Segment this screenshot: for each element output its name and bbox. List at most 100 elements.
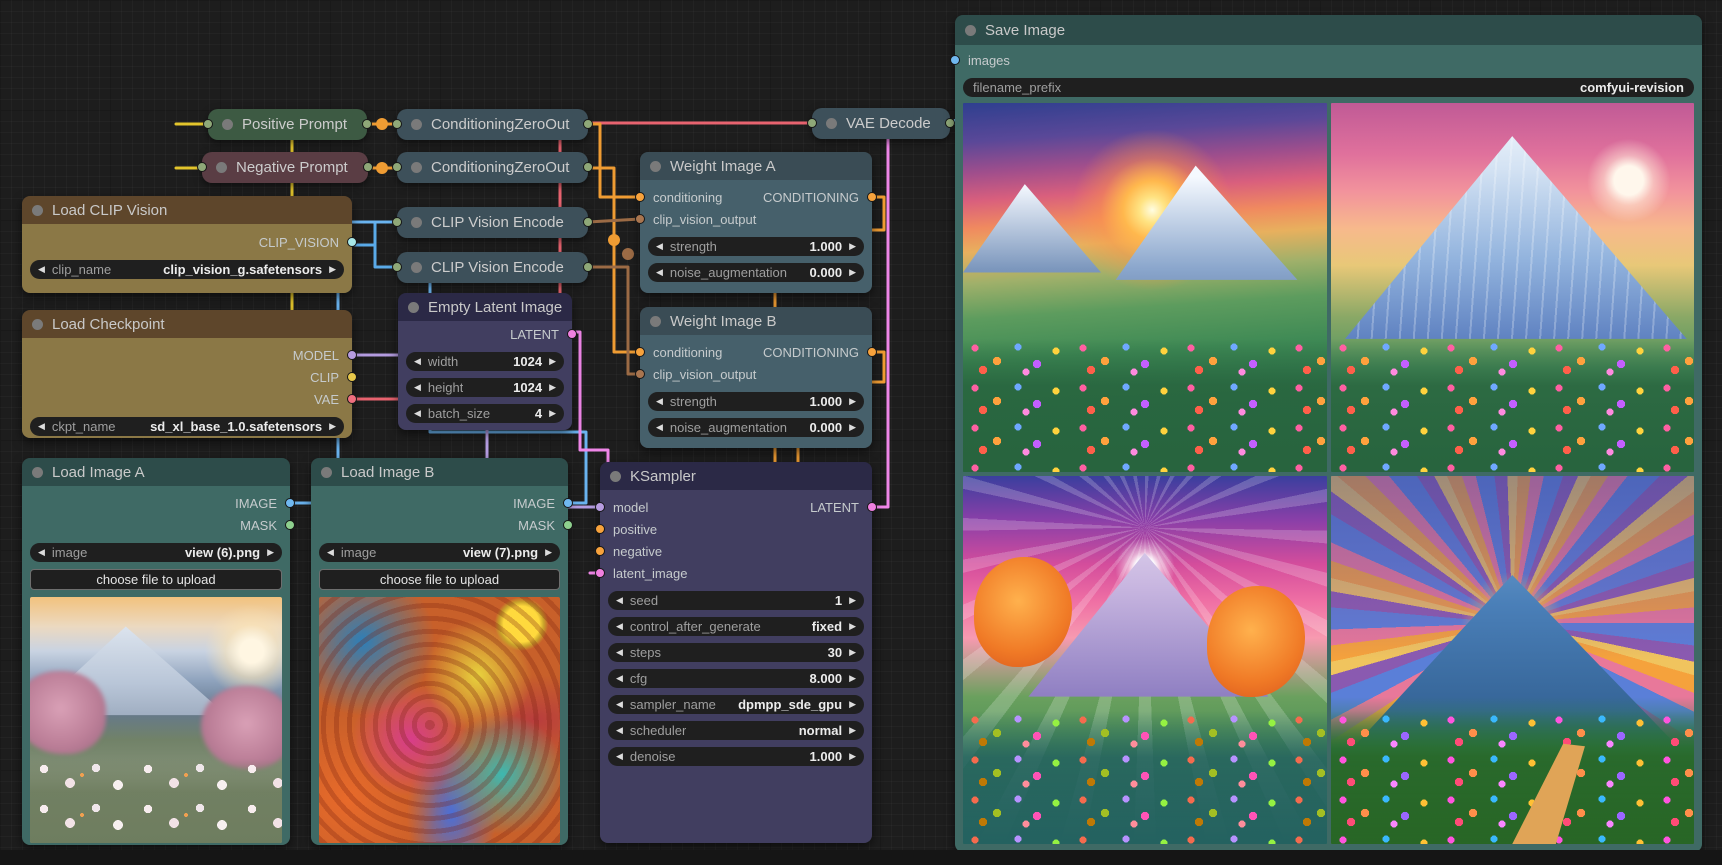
decrement-icon[interactable]: ◀ (616, 752, 623, 761)
output-slot-latent[interactable] (567, 329, 577, 339)
increment-icon[interactable]: ▶ (549, 383, 556, 392)
collapse-dot-icon[interactable] (321, 467, 332, 478)
output-image-3[interactable] (963, 476, 1327, 845)
increment-icon[interactable]: ▶ (549, 409, 556, 418)
output-image-4[interactable] (1331, 476, 1695, 845)
widget-noise-augmentation[interactable]: ◀ noise_augmentation 0.000 ▶ (648, 418, 864, 437)
node-title-bar[interactable]: Load Image A (22, 458, 290, 486)
collapse-dot-icon[interactable] (32, 319, 43, 330)
input-slot-conditioning[interactable] (635, 192, 645, 202)
increment-icon[interactable]: ▶ (849, 423, 856, 432)
choose-file-button[interactable]: choose file to upload (30, 569, 282, 590)
prev-option-icon[interactable]: ◀ (616, 622, 623, 631)
input-slot-conditioning[interactable] (635, 347, 645, 357)
decrement-icon[interactable]: ◀ (616, 674, 623, 683)
widget-scheduler[interactable]: ◀ scheduler normal ▶ (608, 721, 864, 740)
increment-icon[interactable]: ▶ (849, 674, 856, 683)
increment-icon[interactable]: ▶ (849, 648, 856, 657)
widget-batch-size[interactable]: ◀ batch_size 4 ▶ (406, 404, 564, 423)
widget-ckpt-name[interactable]: ◀ ckpt_name sd_xl_base_1.0.safetensors ▶ (30, 417, 344, 436)
node-weight-image-a[interactable]: Weight Image A conditioning CONDITIONING… (640, 152, 872, 293)
decrement-icon[interactable]: ◀ (414, 357, 421, 366)
collapsed-input-slot[interactable] (392, 217, 402, 227)
widget-image-file[interactable]: ◀ image view (7).png ▶ (319, 543, 560, 562)
widget-seed[interactable]: ◀ seed 1 ▶ (608, 591, 864, 610)
output-slot-image[interactable] (285, 498, 295, 508)
collapse-dot-icon[interactable] (826, 118, 837, 129)
next-option-icon[interactable]: ▶ (849, 622, 856, 631)
widget-strength[interactable]: ◀ strength 1.000 ▶ (648, 237, 864, 256)
widget-clip-name[interactable]: ◀ clip_name clip_vision_g.safetensors ▶ (30, 260, 344, 279)
output-slot-conditioning[interactable] (867, 192, 877, 202)
node-graph-canvas[interactable]: Positive Prompt Negative Prompt Conditio… (0, 0, 1722, 865)
widget-height[interactable]: ◀ height 1024 ▶ (406, 378, 564, 397)
node-title-bar[interactable]: Empty Latent Image (398, 293, 572, 321)
input-slot-clip-vision-output[interactable] (635, 214, 645, 224)
widget-steps[interactable]: ◀ steps 30 ▶ (608, 643, 864, 662)
widget-image-file[interactable]: ◀ image view (6).png ▶ (30, 543, 282, 562)
prev-option-icon[interactable]: ◀ (616, 726, 623, 735)
increment-icon[interactable]: ▶ (849, 752, 856, 761)
output-slot-model[interactable] (347, 350, 357, 360)
output-slot-clip-vision[interactable] (347, 237, 357, 247)
node-load-clip-vision[interactable]: Load CLIP Vision CLIP_VISION ◀ clip_name… (22, 196, 352, 293)
input-slot-positive[interactable] (595, 524, 605, 534)
widget-denoise[interactable]: ◀ denoise 1.000 ▶ (608, 747, 864, 766)
node-title-bar[interactable]: Load Checkpoint (22, 310, 352, 338)
node-vae-decode[interactable]: VAE Decode (812, 108, 950, 139)
node-negative-prompt[interactable]: Negative Prompt (202, 152, 368, 183)
wire-clipvision-2[interactable] (352, 245, 398, 267)
prev-option-icon[interactable]: ◀ (327, 548, 334, 557)
input-slot-images[interactable] (950, 55, 960, 65)
decrement-icon[interactable]: ◀ (414, 383, 421, 392)
increment-icon[interactable]: ▶ (849, 268, 856, 277)
collapsed-input-slot[interactable] (203, 119, 213, 129)
collapse-dot-icon[interactable] (411, 119, 422, 130)
output-slot-image[interactable] (563, 498, 573, 508)
node-title-bar[interactable]: Load CLIP Vision (22, 196, 352, 224)
collapsed-input-slot[interactable] (807, 118, 817, 128)
collapsed-output-slot[interactable] (363, 162, 373, 172)
prev-option-icon[interactable]: ◀ (616, 700, 623, 709)
next-option-icon[interactable]: ▶ (849, 700, 856, 709)
collapsed-input-slot[interactable] (197, 162, 207, 172)
wire-dot-positive[interactable] (376, 118, 388, 130)
collapsed-input-slot[interactable] (392, 119, 402, 129)
widget-width[interactable]: ◀ width 1024 ▶ (406, 352, 564, 371)
wire-dot-cvo[interactable] (622, 248, 634, 260)
widget-strength[interactable]: ◀ strength 1.000 ▶ (648, 392, 864, 411)
node-title-bar[interactable]: Weight Image A (640, 152, 872, 180)
next-option-icon[interactable]: ▶ (849, 726, 856, 735)
increment-icon[interactable]: ▶ (849, 242, 856, 251)
collapsed-input-slot[interactable] (392, 262, 402, 272)
collapsed-output-slot[interactable] (945, 118, 955, 128)
collapse-dot-icon[interactable] (650, 161, 661, 172)
widget-noise-augmentation[interactable]: ◀ noise_augmentation 0.000 ▶ (648, 263, 864, 282)
node-load-checkpoint[interactable]: Load Checkpoint MODEL CLIP VAE ◀ ckpt_na… (22, 310, 352, 438)
wire-dot-negative[interactable] (376, 162, 388, 174)
decrement-icon[interactable]: ◀ (656, 423, 663, 432)
widget-filename-prefix[interactable]: filename_prefix comfyui-revision (963, 78, 1694, 97)
node-title-bar[interactable]: Weight Image B (640, 307, 872, 335)
increment-icon[interactable]: ▶ (849, 596, 856, 605)
input-slot-negative[interactable] (595, 546, 605, 556)
collapsed-output-slot[interactable] (583, 162, 593, 172)
decrement-icon[interactable]: ◀ (616, 648, 623, 657)
collapse-dot-icon[interactable] (965, 25, 976, 36)
widget-control-after-generate[interactable]: ◀ control_after_generate fixed ▶ (608, 617, 864, 636)
node-clip-vision-encode-1[interactable]: CLIP Vision Encode (397, 207, 588, 238)
decrement-icon[interactable]: ◀ (656, 242, 663, 251)
image-preview[interactable] (30, 597, 282, 843)
wire-dot-cond[interactable] (608, 234, 620, 246)
node-clip-vision-encode-2[interactable]: CLIP Vision Encode (397, 252, 588, 283)
image-preview[interactable] (319, 597, 560, 843)
node-title-bar[interactable]: Load Image B (311, 458, 568, 486)
node-conditioning-zero-out-2[interactable]: ConditioningZeroOut (397, 152, 588, 183)
collapse-dot-icon[interactable] (32, 205, 43, 216)
collapsed-input-slot[interactable] (392, 162, 402, 172)
output-slot-mask[interactable] (285, 520, 295, 530)
node-conditioning-zero-out-1[interactable]: ConditioningZeroOut (397, 109, 588, 140)
input-slot-latent-image[interactable] (595, 568, 605, 578)
collapse-dot-icon[interactable] (32, 467, 43, 478)
node-ksampler[interactable]: KSampler model LATENT positive negative … (600, 462, 872, 843)
